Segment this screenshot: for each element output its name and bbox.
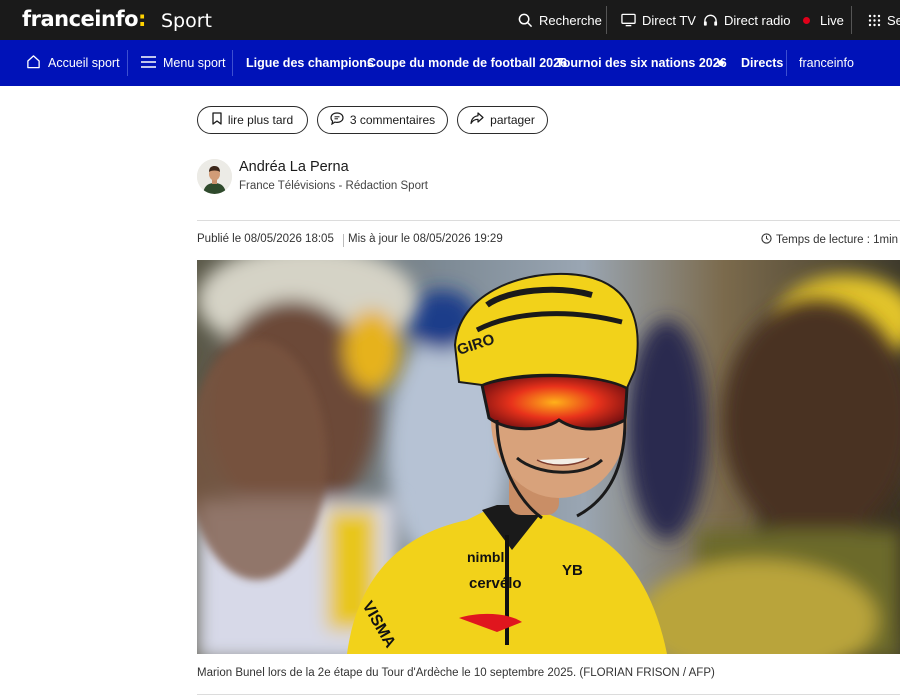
top-bar: franceinfo: Sport Recherche Direct TV Di… (0, 0, 900, 40)
read-later-button[interactable]: lire plus tard (197, 106, 308, 134)
article-photo[interactable]: nimbl cervélo YB VISMA GIRO (197, 260, 900, 654)
services-label: Se (887, 12, 900, 28)
author-avatar[interactable] (197, 159, 232, 194)
search-button[interactable]: Recherche (518, 0, 602, 40)
franceinfo-logo[interactable]: franceinfo: (22, 7, 146, 31)
reading-time-label: Temps de lecture : 1min (776, 234, 899, 246)
share-button[interactable]: partager (457, 106, 548, 134)
live-button[interactable]: Live (803, 0, 844, 40)
tv-icon (621, 13, 636, 27)
hamburger-menu-icon (141, 55, 156, 71)
cyclist-photo-illustration: nimbl cervélo YB VISMA GIRO (197, 260, 900, 654)
nav-link-coupe-du-monde[interactable]: Coupe du monde de football 2026 (367, 40, 567, 86)
live-label: Live (820, 12, 844, 28)
logo-colon: : (138, 7, 146, 31)
nav-menu-sport[interactable]: Menu sport (141, 40, 226, 86)
jersey-nimbl-text: nimbl (467, 549, 504, 565)
nav-divider (786, 50, 787, 76)
direct-radio-button[interactable]: Direct radio (703, 0, 790, 40)
direct-tv-button[interactable]: Direct TV (621, 0, 696, 40)
topbar-divider (606, 6, 607, 34)
nav-franceinfo[interactable]: franceinfo (799, 40, 854, 86)
read-later-label: lire plus tard (227, 113, 294, 127)
author-name[interactable]: Andréa La Perna (239, 159, 349, 175)
bookmark-icon (212, 112, 222, 128)
directs-dot-icon (718, 60, 724, 66)
comments-button[interactable]: 3 commentaires (317, 106, 448, 134)
photo-caption: Marion Bunel lors de la 2e étape du Tour… (197, 667, 715, 679)
direct-tv-label: Direct TV (642, 12, 696, 28)
logo-text: franceinfo (22, 7, 139, 31)
headphones-icon (703, 13, 718, 27)
meta-divider (343, 234, 344, 247)
nav-home-sport[interactable]: Accueil sport (26, 40, 120, 86)
jersey-cervelo-text: cervélo (469, 575, 522, 592)
search-icon (518, 13, 533, 28)
share-arrow-icon (470, 112, 484, 128)
section-title[interactable]: Sport (161, 10, 212, 32)
nav-directs-label: Directs (741, 56, 784, 70)
published-date: Publié le 08/05/2026 18:05 (197, 233, 334, 245)
nav-home-label: Accueil sport (48, 56, 120, 70)
search-label: Recherche (539, 12, 602, 28)
clock-icon (761, 233, 772, 247)
services-button[interactable]: Se (868, 0, 900, 40)
comment-icon (330, 112, 344, 128)
grid-icon (868, 14, 881, 27)
live-dot-icon (803, 16, 810, 24)
sport-nav-bar: Accueil sport Menu sport Ligue des champ… (0, 40, 900, 86)
divider (197, 694, 900, 695)
home-icon (26, 54, 41, 72)
reading-time: Temps de lecture : 1min (761, 233, 898, 247)
comments-label: 3 commentaires (349, 113, 436, 127)
nav-menu-label: Menu sport (163, 56, 226, 70)
nav-link-ligue-des-champions[interactable]: Ligue des champions (246, 40, 374, 86)
nav-divider (127, 50, 128, 76)
nav-directs[interactable]: Directs (718, 40, 783, 86)
nav-divider (232, 50, 233, 76)
jersey-yb-text: YB (562, 562, 583, 579)
direct-radio-label: Direct radio (724, 12, 791, 28)
divider (197, 220, 900, 221)
share-label: partager (490, 113, 535, 127)
author-organization: France Télévisions - Rédaction Sport (239, 180, 428, 192)
topbar-divider (851, 6, 852, 34)
updated-date: Mis à jour le 08/05/2026 19:29 (348, 233, 503, 245)
nav-link-six-nations[interactable]: Tournoi des six nations 2026 (556, 40, 727, 86)
